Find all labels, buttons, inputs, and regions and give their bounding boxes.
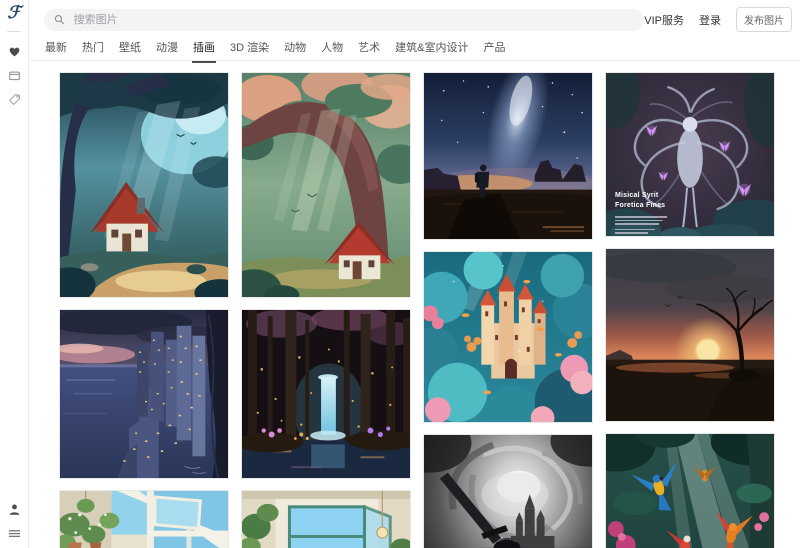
gallery-image-underwater-coral-castle[interactable] [423,251,593,423]
search-input[interactable] [72,13,635,27]
login-link[interactable]: 登录 [699,12,721,28]
user-icon [8,503,21,516]
forest-cottage-blue-artwork [60,73,228,297]
tags-icon[interactable] [6,91,22,107]
main-content: VIP服务 登录 发布图片 最新 热门 壁纸 动漫 插画 3D 渲染 动物 人物… [29,0,800,548]
hamburger-icon [8,527,21,540]
publish-image-button[interactable]: 发布图片 [736,7,792,32]
heart-icon [8,45,21,58]
gallery-image-open-window-sky[interactable] [241,490,411,548]
menu-hamburger-icon[interactable] [6,525,22,541]
sidebar-divider [7,31,21,32]
underwater-coral-castle-artwork [424,252,592,422]
glowing-forest-waterfall-artwork [242,310,410,478]
folder-icon [8,69,21,82]
tab-products[interactable]: 产品 [482,32,506,62]
jungle-parrots-artwork [606,434,774,548]
gallery-image-stargazer-night-sky[interactable] [423,72,593,240]
sunroom-plants-artwork [60,491,228,548]
tab-people[interactable]: 人物 [320,32,344,62]
open-window-sky-artwork [242,491,410,548]
gallery-image-storm-vortex-knight[interactable] [423,434,593,548]
search-icon [54,14,65,25]
masonry-column-3 [423,72,593,548]
search-bar[interactable] [44,9,644,31]
gallery-image-forest-spirit-poster[interactable]: Misical Syrit Foretica Fines [605,72,775,237]
tab-architecture-interior[interactable]: 建筑&室内设计 [394,32,469,62]
tab-latest[interactable]: 最新 [44,32,68,62]
gallery-image-forest-cottage-blue[interactable] [59,72,229,298]
gallery-image-forest-cottage-green[interactable] [241,72,411,298]
masonry-column-4: Misical Syrit Foretica Fines [605,72,775,548]
tab-anime[interactable]: 动漫 [155,32,179,62]
stargazer-night-sky-artwork [424,73,592,239]
tab-wallpaper[interactable]: 壁纸 [118,32,142,62]
tab-popular[interactable]: 热门 [81,32,105,62]
tab-illustration[interactable]: 插画 [192,32,216,62]
sunset-lone-tree-artwork [606,249,774,421]
image-masonry-grid: Misical Syrit Foretica Fines [29,61,800,548]
gallery-image-sunset-lone-tree[interactable] [605,248,775,422]
category-tabs: 最新 热门 壁纸 动漫 插画 3D 渲染 动物 人物 艺术 建筑&室内设计 产品 [29,33,800,61]
user-profile-icon[interactable] [6,501,22,517]
gallery-image-glowing-forest-waterfall[interactable] [241,309,411,479]
storm-vortex-knight-artwork [424,435,592,548]
collections-folder-icon[interactable] [6,67,22,83]
tab-art[interactable]: 艺术 [357,32,381,62]
gallery-image-jungle-parrots[interactable] [605,433,775,548]
cliff-city-dusk-artwork [60,310,228,478]
masonry-column-1 [59,72,229,548]
forest-spirit-poster-artwork [606,73,774,236]
forest-cottage-green-artwork [242,73,410,297]
favorites-heart-icon[interactable] [6,43,22,59]
gallery-image-sunroom-plants[interactable] [59,490,229,548]
tab-3d-render[interactable]: 3D 渲染 [229,32,270,62]
gallery-image-cliff-city-dusk[interactable] [59,309,229,479]
tag-icon [8,93,21,106]
site-logo[interactable]: ℱ [7,5,20,22]
top-bar: VIP服务 登录 发布图片 [29,0,800,32]
header-actions: VIP服务 登录 发布图片 [644,7,792,32]
vip-service-link[interactable]: VIP服务 [644,12,684,28]
tab-animals[interactable]: 动物 [283,32,307,62]
sidebar: ℱ [0,0,29,548]
masonry-column-2 [241,72,411,548]
